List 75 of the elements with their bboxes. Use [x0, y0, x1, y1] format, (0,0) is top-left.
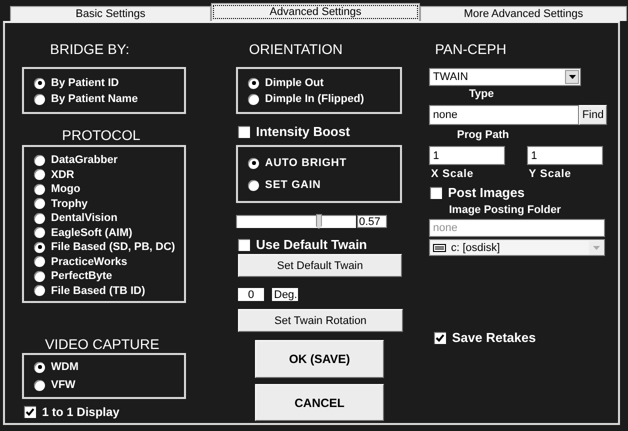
- radio-label[interactable]: File Based (SD, PB, DC): [51, 241, 176, 254]
- cancel-button[interactable]: CANCEL: [255, 384, 384, 421]
- checkbox-label: Post Images: [448, 185, 525, 200]
- find-button[interactable]: Find: [579, 105, 607, 125]
- radio-label[interactable]: Mogo: [51, 183, 80, 196]
- drive-icon: [433, 244, 446, 252]
- ok-button[interactable]: OK (SAVE): [255, 340, 384, 378]
- checkbox-label: Save Retakes: [452, 330, 536, 345]
- checkbox[interactable]: [434, 332, 446, 344]
- radio-button[interactable]: [34, 227, 45, 238]
- checkbox[interactable]: [430, 186, 442, 198]
- radio-label[interactable]: EagleSoft (AIM): [51, 226, 132, 239]
- field-label: Y Scale: [528, 168, 572, 181]
- field-label: Type: [468, 88, 494, 101]
- tab[interactable]: Basic Settings: [10, 6, 211, 21]
- radio-label[interactable]: By Patient Name: [51, 93, 138, 105]
- checkbox[interactable]: [238, 238, 250, 250]
- dropdown-value: TWAIN: [433, 71, 468, 83]
- y-scale-field[interactable]: 1: [527, 146, 603, 165]
- radio-button[interactable]: [34, 380, 45, 390]
- tab[interactable]: More Advanced Settings: [420, 6, 627, 21]
- radio-button[interactable]: [34, 285, 45, 296]
- set-default-twain-button[interactable]: Set Default Twain: [238, 254, 402, 277]
- radio-button[interactable]: [34, 94, 45, 104]
- radio-button[interactable]: [34, 169, 45, 180]
- radio-button[interactable]: [34, 270, 45, 282]
- radio-button[interactable]: [34, 212, 45, 224]
- radio-label[interactable]: Dimple In (Flipped): [265, 93, 364, 105]
- tab[interactable]: Advanced Settings: [211, 3, 420, 21]
- radio-button[interactable]: [34, 78, 45, 88]
- prog-path-field[interactable]: none: [429, 105, 579, 125]
- type-dropdown[interactable]: TWAIN: [429, 68, 581, 86]
- radio-label[interactable]: Dimple Out: [265, 77, 324, 89]
- radio-label[interactable]: DentalVision: [51, 212, 118, 224]
- checkbox-label: 1 to 1 Display: [42, 404, 120, 418]
- checkbox[interactable]: [238, 126, 250, 138]
- radio-button[interactable]: [248, 158, 259, 168]
- radio-button[interactable]: [34, 184, 45, 195]
- section-heading: BRIDGE BY:: [49, 41, 130, 57]
- section-heading: ORIENTATION: [248, 41, 343, 57]
- checkbox[interactable]: [24, 406, 36, 418]
- radio-label[interactable]: PracticeWorks: [51, 256, 128, 268]
- set-twain-rotation-button[interactable]: Set Twain Rotation: [238, 309, 403, 332]
- radio-label[interactable]: File Based (TB ID): [51, 284, 146, 297]
- radio-button[interactable]: [34, 154, 45, 166]
- radio-label[interactable]: VFW: [51, 379, 76, 391]
- radio-label[interactable]: Trophy: [51, 198, 88, 210]
- slider-thumb[interactable]: [316, 214, 322, 229]
- checkbox-label: Use Default Twain: [256, 237, 368, 252]
- section-heading: PROTOCOL: [61, 127, 140, 143]
- radio-button[interactable]: [34, 362, 45, 372]
- radio-label[interactable]: WDM: [51, 361, 78, 373]
- field-label: Prog Path: [456, 129, 509, 142]
- drive-value: c: [osdisk]: [451, 242, 501, 254]
- section-heading: VIDEO CAPTURE: [44, 336, 160, 352]
- radio-label[interactable]: SET GAIN: [265, 179, 321, 191]
- radio-button[interactable]: [34, 198, 45, 210]
- unit-label: Deg.: [272, 288, 298, 301]
- section-heading: PAN-CEPH: [434, 41, 506, 57]
- radio-label[interactable]: By Patient ID: [51, 77, 119, 89]
- radio-label[interactable]: XDR: [51, 168, 74, 181]
- value-field[interactable]: 0.57: [357, 215, 387, 228]
- radio-label[interactable]: AUTO BRIGHT: [265, 157, 347, 169]
- radio-label[interactable]: PerfectByte: [51, 270, 112, 282]
- radio-button[interactable]: [248, 94, 259, 104]
- radio-label[interactable]: DataGrabber: [51, 154, 118, 166]
- radio-button[interactable]: [34, 256, 45, 268]
- radio-button[interactable]: [34, 242, 45, 253]
- checkbox-label: Intensity Boost: [256, 124, 350, 139]
- degree-field[interactable]: 0: [238, 288, 264, 301]
- field-label: X Scale: [430, 168, 475, 181]
- radio-button[interactable]: [248, 180, 259, 190]
- x-scale-field[interactable]: 1: [429, 146, 505, 165]
- field-label: Image Posting Folder: [448, 204, 561, 217]
- radio-button[interactable]: [248, 78, 259, 88]
